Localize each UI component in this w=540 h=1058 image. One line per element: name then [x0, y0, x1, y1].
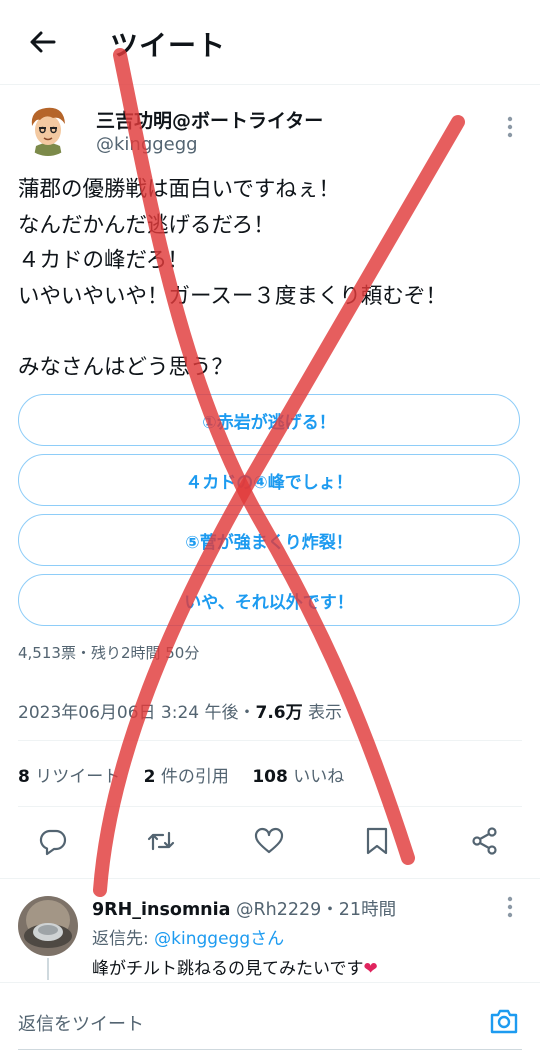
reply-icon[interactable] [38, 826, 68, 856]
more-options-icon[interactable] [500, 114, 520, 140]
quotes-stat[interactable]: 2 件の引用 [144, 767, 229, 787]
author-avatar[interactable] [20, 100, 76, 156]
retweets-count: 8 [18, 767, 30, 787]
composer-underline [18, 1049, 522, 1050]
divider [18, 740, 522, 741]
author-handle[interactable]: @kinggegg [96, 134, 198, 155]
share-icon[interactable] [470, 826, 500, 856]
likes-stat[interactable]: 108 いいね [252, 767, 344, 787]
engagement-stats: 8 リツイート 2 件の引用 108 いいね [18, 762, 362, 787]
poll-option-3[interactable]: ⑤菅が強まくり炸裂！ [18, 514, 520, 566]
views-count: 7.6万 [255, 703, 303, 723]
reply-author[interactable]: 9RH_insomnia @Rh2229・21時間 [92, 896, 396, 921]
reply-to: 返信先: @kinggeggさん [92, 924, 284, 949]
reply-author-name[interactable]: 9RH_insomnia [92, 900, 230, 920]
top-bar: ツイート [0, 0, 540, 85]
tweet-text: 蒲郡の優勝戦は面白いですねぇ！ なんだかんだ逃げるだろ！ ４カドの峰だろ！ いや… [18, 177, 447, 380]
views-label: 表示 [302, 703, 343, 723]
tweet-timestamp: 2023年06月06日 3:24 午後・7.6万 表示 [18, 698, 342, 723]
reply-text-body: 峰がチルト跳ねるの見てみたいです [92, 959, 364, 979]
reply-text: 峰がチルト跳ねるの見てみたいです❤ [92, 954, 378, 979]
reply-avatar[interactable] [18, 896, 78, 956]
arrow-left-icon[interactable] [26, 26, 58, 58]
reply-composer[interactable]: 返信をツイート [0, 982, 540, 1058]
retweets-label: リツイート [29, 767, 121, 787]
quotes-label: 件の引用 [155, 767, 229, 787]
thread-line [47, 958, 49, 980]
reply-author-meta: @Rh2229・21時間 [230, 900, 397, 920]
quotes-count: 2 [143, 767, 156, 787]
likes-label: いいね [287, 767, 345, 787]
heart-icon[interactable] [254, 826, 284, 856]
heart-emoji: ❤ [363, 959, 378, 979]
timestamp-text: 2023年06月06日 3:24 午後・ [18, 703, 256, 723]
retweets-stat[interactable]: 8 リツイート [18, 767, 120, 787]
poll-option-2[interactable]: ４カドの④峰でしょ！ [18, 454, 520, 506]
reply-to-link[interactable]: @kinggeggさん [154, 929, 284, 949]
divider [0, 878, 540, 879]
page-title: ツイート [110, 29, 227, 62]
poll-option-4[interactable]: いや、それ以外です！ [18, 574, 520, 626]
poll-option-1[interactable]: ①赤岩が逃げる！ [18, 394, 520, 446]
divider [18, 806, 522, 807]
retweet-icon[interactable] [146, 826, 176, 856]
author-display-name[interactable]: 三吉功明@ボートライター [96, 106, 323, 133]
reply-input[interactable]: 返信をツイート [18, 1010, 144, 1036]
reply-to-label: 返信先: [92, 929, 155, 949]
likes-count: 108 [252, 767, 288, 787]
reply-more-options-icon[interactable] [500, 894, 520, 920]
bookmark-icon[interactable] [362, 826, 392, 856]
camera-icon[interactable] [488, 1005, 520, 1037]
poll-meta: 4,513票・残り2時間 50分 [18, 644, 200, 662]
